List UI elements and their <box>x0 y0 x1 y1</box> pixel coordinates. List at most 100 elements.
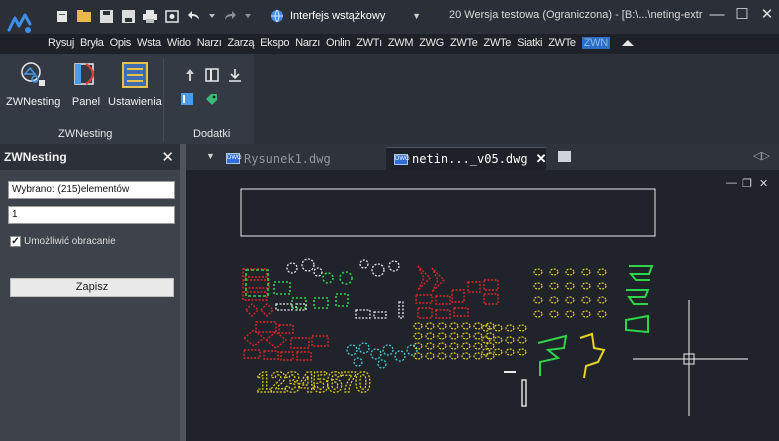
ribbon-collapse-icon[interactable] <box>621 40 634 46</box>
menu-zwg[interactable]: ZWG <box>419 37 444 49</box>
tag-icon[interactable] <box>204 92 218 106</box>
workspace-select[interactable]: Interfejs wstążkowy ▼ <box>286 7 425 25</box>
new-tab-icon[interactable] <box>558 151 571 162</box>
nested-digits-text: 12345670 <box>256 367 370 399</box>
redo-dropdown-icon[interactable] <box>244 9 252 23</box>
menu-narzedzia[interactable]: Narzı <box>197 37 222 49</box>
menu-zwt-2[interactable]: ZWTe <box>450 37 478 49</box>
yellow-part-41 <box>413 352 423 360</box>
title-bar: Interfejs wstążkowy ▼ 20 Wersja testowa … <box>0 0 779 34</box>
tab-scroll-arrows-icon[interactable]: ◁▷ <box>753 149 770 162</box>
menu-zarzadzanie[interactable]: Zarzą <box>228 37 255 49</box>
ribbon-empty-area <box>254 54 779 144</box>
yellow-part-29 <box>437 332 447 340</box>
yellow-part-16 <box>549 310 559 318</box>
yellow-part-0 <box>533 268 543 276</box>
yellow-part-31 <box>461 332 471 340</box>
arrow-up-icon[interactable] <box>183 68 197 82</box>
yellow-parts-cluster <box>413 268 607 360</box>
yellow-part-58 <box>505 348 515 356</box>
menu-widok[interactable]: Wido <box>167 37 191 49</box>
cyan-parts-cluster <box>346 342 418 369</box>
dwg-file-icon: DWG <box>394 153 410 165</box>
redo-icon[interactable] <box>222 9 238 23</box>
yellow-part-27 <box>413 332 423 340</box>
yellow-part-37 <box>449 342 459 350</box>
copies-count-field[interactable]: 1 <box>8 206 175 224</box>
panel-title-dodatki: Dodatki <box>193 128 231 140</box>
book-icon[interactable] <box>180 92 194 106</box>
yellow-part-52 <box>481 336 491 344</box>
dwg-file-icon: DWG <box>226 153 242 164</box>
yellow-part-57 <box>493 348 503 356</box>
menu-zwt-3[interactable]: ZWTe <box>484 37 512 49</box>
yellow-part-49 <box>493 324 503 332</box>
menu-bryla[interactable]: Bryła <box>80 37 104 49</box>
menu-siatki[interactable]: Siatki <box>517 37 542 49</box>
document-tab-bar: ▼ DWG Rysunek1.dwg DWG netin..._v05.dwg … <box>186 144 779 170</box>
tab-close-button[interactable]: ✕ <box>536 151 547 167</box>
yellow-part-6 <box>549 282 559 290</box>
yellow-part-14 <box>597 296 607 304</box>
tabs-dropdown-icon[interactable]: ▼ <box>206 151 215 161</box>
menu-eksport[interactable]: Ekspo <box>260 37 289 49</box>
menu-wstaw[interactable]: Wsta <box>137 37 161 49</box>
settings-button[interactable]: Ustawienia <box>108 58 162 108</box>
save-as-icon[interactable] <box>120 9 136 23</box>
rotate-option[interactable]: ✓ Umożliwić obracanie <box>10 236 116 247</box>
menu-narzedzia-2[interactable]: Narzı <box>295 37 320 49</box>
undo-icon[interactable] <box>186 9 202 23</box>
download-icon[interactable] <box>228 68 242 82</box>
panel-button-label: Panel <box>71 96 101 108</box>
zwnesting-side-panel: ZWNesting ✕ Wybrano: (215)elementów 1 ✓ … <box>0 144 186 441</box>
yellow-part-44 <box>449 352 459 360</box>
new-file-icon[interactable] <box>54 9 70 23</box>
selected-elements-field[interactable]: Wybrano: (215)elementów <box>8 181 175 199</box>
panel-button[interactable]: Panel <box>68 58 104 108</box>
drawing-canvas[interactable]: — ❐ ✕ 12345670 <box>186 170 779 441</box>
yellow-part-2 <box>565 268 575 276</box>
save-button[interactable]: Zapisz <box>10 278 174 297</box>
menu-zwt-4[interactable]: ZWTe <box>548 37 576 49</box>
undo-dropdown-icon[interactable] <box>208 9 216 23</box>
app-logo-icon[interactable] <box>6 10 34 38</box>
tab-rysunek1-label: Rysunek1.dwg <box>244 151 331 166</box>
workspace-globe-icon <box>271 9 283 23</box>
side-panel-title: ZWNesting <box>4 150 67 164</box>
menu-online[interactable]: Onlin <box>326 37 350 49</box>
chevron-down-icon: ▼ <box>412 11 421 21</box>
menu-rysuj[interactable]: Rysuj <box>48 37 74 49</box>
panel-title-zwnesting: ZWNesting <box>58 128 113 140</box>
yellow-part-7 <box>565 282 575 290</box>
menu-bar: Rysuj Bryła Opis Wsta Wido Narzı Zarzą E… <box>48 34 634 52</box>
menu-opis[interactable]: Opis <box>110 37 132 49</box>
save-icon[interactable] <box>98 9 114 23</box>
ribbon-divider <box>163 58 164 142</box>
yellow-part-5 <box>533 282 543 290</box>
menu-zwt-1[interactable]: ZWTı <box>356 37 382 49</box>
zwnesting-button[interactable]: ZWNesting <box>6 58 60 108</box>
close-window-button[interactable]: ✕ <box>758 5 776 25</box>
tab-rysunek1[interactable]: DWG Rysunek1.dwg <box>218 147 368 170</box>
maximize-button[interactable]: ☐ <box>733 5 751 25</box>
minimize-button[interactable]: — <box>708 5 726 25</box>
crosshair-cursor <box>633 300 748 416</box>
print-icon[interactable] <box>142 9 158 23</box>
panel-icon <box>68 58 104 92</box>
yellow-part-39 <box>473 342 483 350</box>
yellow-part-4 <box>597 268 607 276</box>
rotate-checkbox-label: Umożliwić obracanie <box>24 236 116 247</box>
yellow-part-23 <box>449 322 459 330</box>
rotate-checkbox[interactable]: ✓ <box>10 236 21 247</box>
side-panel-close-button[interactable]: ✕ <box>161 148 174 166</box>
yellow-part-50 <box>505 324 515 332</box>
tab-netin-v05[interactable]: DWG netin..._v05.dwg ✕ <box>386 147 547 170</box>
open-folder-icon[interactable] <box>76 9 92 23</box>
menu-zwn[interactable]: ZWN <box>581 37 610 49</box>
menu-zwm[interactable]: ZWM <box>388 37 414 49</box>
yellow-part-56 <box>481 348 491 356</box>
plot-preview-icon[interactable] <box>164 9 180 23</box>
yellow-part-55 <box>517 336 527 344</box>
cad-drawing[interactable]: 12345670 <box>186 170 779 441</box>
window-panel-icon[interactable] <box>205 68 219 82</box>
